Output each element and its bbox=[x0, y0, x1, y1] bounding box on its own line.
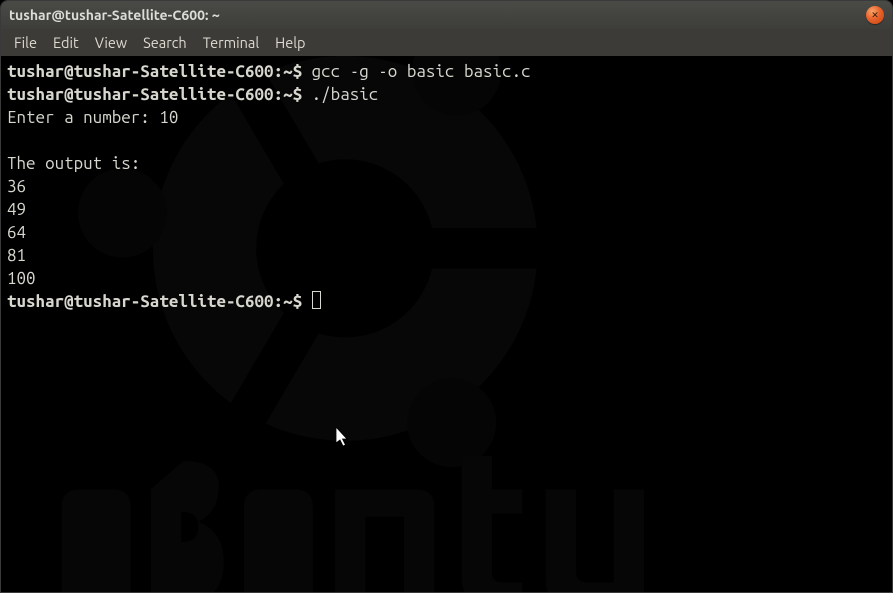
terminal-window: tushar@tushar-Satellite-C600: ~ File Edi… bbox=[0, 0, 893, 593]
terminal-line: 100 bbox=[7, 267, 886, 290]
terminal-line: tushar@tushar-Satellite-C600:~$ bbox=[7, 290, 886, 313]
cursor-icon bbox=[336, 427, 352, 449]
titlebar[interactable]: tushar@tushar-Satellite-C600: ~ bbox=[1, 1, 892, 29]
close-button[interactable] bbox=[866, 6, 884, 24]
terminal-line bbox=[7, 129, 886, 152]
menu-help[interactable]: Help bbox=[268, 31, 312, 54]
prompt-text: tushar@tushar-Satellite-C600:~$ bbox=[7, 62, 302, 81]
terminal-line: tushar@tushar-Satellite-C600:~$ gcc -g -… bbox=[7, 60, 886, 83]
prompt-text: tushar@tushar-Satellite-C600:~$ bbox=[7, 85, 302, 104]
command-text: gcc -g -o basic basic.c bbox=[302, 62, 530, 81]
menu-file[interactable]: File bbox=[7, 31, 44, 54]
terminal-line: tushar@tushar-Satellite-C600:~$ ./basic bbox=[7, 83, 886, 106]
terminal-line: Enter a number: 10 bbox=[7, 106, 886, 129]
command-text: ./basic bbox=[302, 85, 378, 104]
menubar: File Edit View Search Terminal Help bbox=[1, 29, 892, 56]
menu-search[interactable]: Search bbox=[136, 31, 194, 54]
terminal-viewport[interactable]: tushar@tushar-Satellite-C600:~$ gcc -g -… bbox=[1, 56, 892, 592]
terminal-line: The output is: bbox=[7, 152, 886, 175]
terminal-line: 36 bbox=[7, 175, 886, 198]
terminal-line: 64 bbox=[7, 221, 886, 244]
cursor-block bbox=[312, 291, 321, 309]
menu-terminal[interactable]: Terminal bbox=[196, 31, 266, 54]
menu-view[interactable]: View bbox=[88, 31, 134, 54]
window-title: tushar@tushar-Satellite-C600: ~ bbox=[9, 7, 220, 23]
terminal-line: 49 bbox=[7, 198, 886, 221]
terminal-content[interactable]: tushar@tushar-Satellite-C600:~$ gcc -g -… bbox=[7, 60, 886, 313]
command-text bbox=[302, 292, 312, 311]
prompt-text: tushar@tushar-Satellite-C600:~$ bbox=[7, 292, 302, 311]
terminal-line: 81 bbox=[7, 244, 886, 267]
menu-edit[interactable]: Edit bbox=[46, 31, 86, 54]
